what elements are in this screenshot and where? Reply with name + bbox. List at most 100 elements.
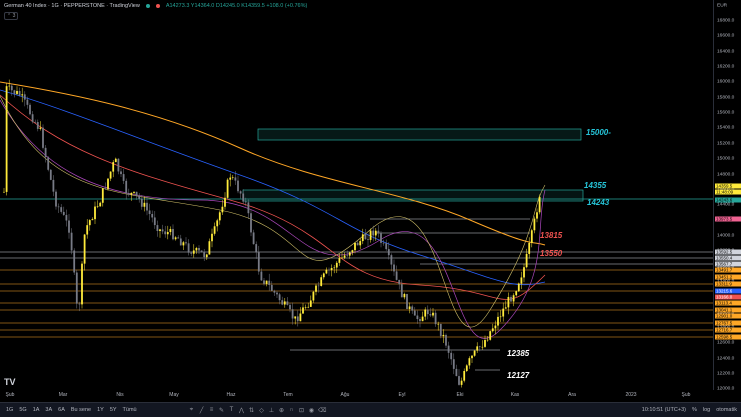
timeframe-button[interactable]: 3A	[45, 407, 52, 413]
candle-body	[315, 285, 317, 292]
price-axis[interactable]: EUR 16800.0 16600.0 16400.0 16200.0 16000.0 1…	[713, 0, 741, 392]
candle-body	[429, 314, 432, 316]
candle-body	[294, 316, 297, 319]
level-annotation[interactable]: 12127	[507, 371, 529, 380]
candle-body	[338, 258, 341, 263]
candle-body	[523, 267, 525, 278]
timeframe-button[interactable]: 1Y	[97, 407, 104, 413]
price-tick-label: 12000.0	[717, 386, 735, 392]
candle-body	[367, 239, 369, 240]
price-tag: 14243.6	[715, 197, 741, 203]
trendline-icon[interactable]: ╱	[198, 407, 205, 414]
candle-body	[416, 315, 419, 320]
timeframe-button[interactable]: 1A	[33, 407, 40, 413]
candle-body	[237, 180, 239, 192]
candle-body	[263, 280, 265, 284]
measure-icon[interactable]: ⊥	[268, 407, 275, 414]
lock-icon[interactable]: ⊡	[298, 407, 305, 414]
candle-body	[172, 228, 174, 240]
fib-icon[interactable]: ≡	[208, 407, 215, 413]
timeframe-button[interactable]: 5Y	[110, 407, 117, 413]
text-icon[interactable]: T	[228, 407, 235, 413]
candle-body	[380, 233, 382, 243]
pattern-icon[interactable]: ⋀	[238, 407, 245, 414]
candle-body	[174, 237, 177, 240]
time-tick-label: Kas	[510, 392, 520, 398]
magnet-icon[interactable]: ∩	[288, 407, 295, 413]
time-tick-label: Mar	[58, 392, 68, 398]
timeframe-button[interactable]: Bu sene	[71, 407, 91, 413]
level-annotation[interactable]: 14243	[587, 198, 609, 207]
log-toggle[interactable]: log	[703, 407, 710, 413]
candle-body	[348, 252, 351, 256]
candle-body	[484, 340, 486, 347]
candle-body	[23, 94, 26, 100]
candle-body	[328, 269, 330, 271]
candle-body	[403, 293, 406, 298]
candle-body	[276, 292, 278, 295]
chart-canvas[interactable]	[0, 0, 713, 390]
candle-body	[169, 228, 172, 233]
candle-body	[312, 291, 315, 301]
candle-body	[29, 104, 31, 115]
time-axis[interactable]: Şub Mar Nis May Haz Tem Ağu Eyl Eki Kas Ara 2023 Şub	[0, 390, 713, 402]
cursor-icon[interactable]: ⌖	[188, 407, 195, 414]
price-tick-label: 15000.0	[717, 156, 735, 162]
price-tag: 13491.7	[715, 267, 741, 273]
timeframe-button[interactable]: Tümü	[123, 407, 137, 413]
candle-body	[307, 306, 310, 308]
price-tag: 12901.0	[715, 313, 741, 319]
ma-100-line	[0, 89, 546, 286]
price-tick-label: 16600.0	[717, 33, 735, 39]
candle-body	[536, 212, 538, 219]
percent-toggle[interactable]: %	[692, 407, 697, 413]
symbol-title[interactable]: German 40 Index · 1G · PEPPERSTONE · Tra…	[4, 3, 140, 9]
zoom-icon[interactable]: ⊕	[278, 407, 285, 414]
auto-toggle[interactable]: otomatik	[716, 407, 737, 413]
level-annotation[interactable]: 15000-	[586, 128, 611, 137]
candle-body	[346, 255, 349, 256]
candle-body	[491, 328, 494, 332]
candle-body	[533, 218, 536, 231]
level-annotation[interactable]: 12385	[507, 349, 529, 358]
candle-body	[130, 192, 133, 195]
price-tick-label: 15200.0	[717, 141, 735, 147]
price-tick-label: 16400.0	[717, 49, 735, 55]
candle-body	[377, 230, 380, 234]
tradingview-logo[interactable]: TV	[4, 377, 16, 387]
eye-icon[interactable]: ◉	[308, 407, 315, 414]
level-annotation[interactable]: 13815	[540, 231, 562, 240]
candle-body	[250, 213, 252, 233]
currency-label[interactable]: EUR	[717, 4, 727, 9]
bottom-toolbar: 1G 5G 1A 3A 6A Bu sene 1Y 5Y Tümü ⌖ ╱ ≡ ✎ T ⋀ ⇅ …	[0, 402, 741, 417]
candle-body	[354, 242, 356, 251]
candle-body	[473, 350, 476, 356]
candle-body	[341, 257, 343, 259]
price-chart[interactable]	[0, 0, 713, 390]
timeframe-button[interactable]: 1G	[6, 407, 13, 413]
candle-body	[408, 306, 411, 309]
collapse-indicators-button[interactable]: ⌃ 3	[4, 12, 19, 20]
timeframe-button[interactable]: 6A	[58, 407, 65, 413]
brush-icon[interactable]: ✎	[218, 407, 225, 414]
clock-display[interactable]: 10:10:51 (UTC+3)	[642, 407, 686, 413]
forecast-icon[interactable]: ⇅	[248, 407, 255, 414]
candle-body	[247, 202, 250, 214]
candle-body	[525, 253, 528, 268]
candle-body	[372, 230, 375, 236]
candle-body	[65, 214, 68, 221]
candle-body	[286, 301, 289, 305]
price-tick-label: 15400.0	[717, 125, 735, 131]
level-annotation[interactable]: 14355	[584, 181, 606, 190]
trash-icon[interactable]: ⌫	[318, 407, 326, 414]
candle-body	[114, 158, 117, 163]
timeframe-button[interactable]: 5G	[19, 407, 26, 413]
candle-body	[419, 319, 421, 322]
level-annotation[interactable]: 13550	[540, 249, 562, 258]
time-tick-label: Haz	[226, 392, 236, 398]
candle-body	[437, 323, 440, 325]
shapes-icon[interactable]: ◇	[258, 407, 265, 414]
status-dot-icon	[155, 4, 160, 8]
candle-body	[159, 229, 161, 231]
candle-body	[203, 252, 206, 258]
